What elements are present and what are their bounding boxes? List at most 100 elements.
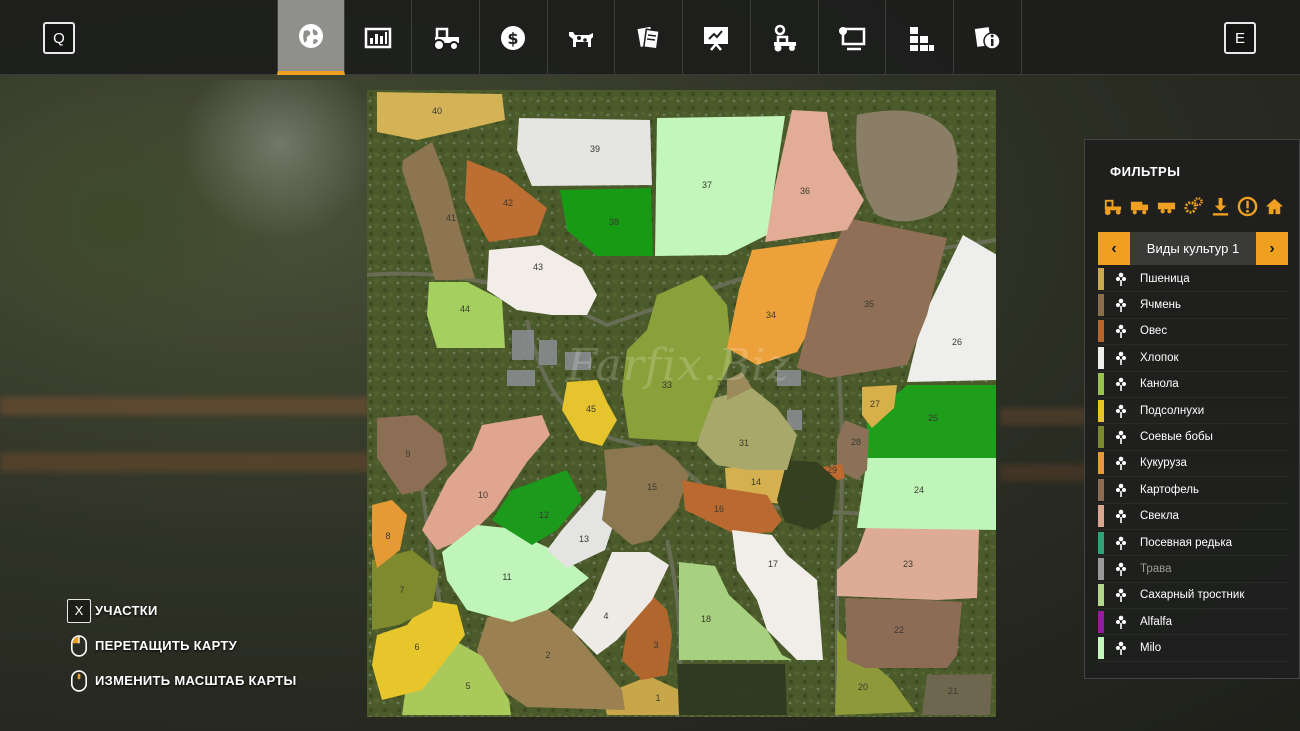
crop-label: Alfalfa <box>1140 615 1172 628</box>
legend-row-zoom: ИЗМЕНИТЬ МАСШТАБ КАРТЫ <box>67 663 297 698</box>
crop-label: Пшеница <box>1140 272 1190 285</box>
alfalfa-icon <box>1112 613 1130 631</box>
filters-panel: ФИЛЬТРЫ ‹ Виды культур 1 › Пшеница Ячмень… <box>1084 139 1300 679</box>
farmhouse-icon <box>1265 198 1283 214</box>
crop-color-swatch <box>1098 294 1104 317</box>
filter-selling-points-toggle[interactable] <box>1209 195 1231 217</box>
selector-next-button[interactable]: › <box>1256 232 1288 265</box>
crop-filter-item[interactable]: Ячмень <box>1098 292 1288 319</box>
crop-filter-item[interactable]: Сахарный тростник <box>1098 583 1288 610</box>
field-39[interactable] <box>517 118 652 186</box>
filter-trucks-toggle[interactable] <box>1128 195 1150 217</box>
crop-filter-item[interactable]: Свекла <box>1098 504 1288 530</box>
tab-finances[interactable]: $ <box>480 0 548 75</box>
crop-filter-item[interactable]: Пшеница <box>1098 266 1288 293</box>
help-info-icon <box>975 26 1001 50</box>
field-number-label: 23 <box>903 559 913 569</box>
price-board-icon <box>704 26 729 51</box>
field-number-label: 37 <box>702 180 712 190</box>
tab-prices[interactable] <box>683 0 751 75</box>
warning-icon <box>1237 196 1257 216</box>
filter-type-icons <box>1101 195 1285 217</box>
crop-filter-item[interactable]: Соевые бобы <box>1098 424 1288 451</box>
prev-page-key-button[interactable]: Q <box>43 22 75 54</box>
crop-color-swatch <box>1098 478 1104 501</box>
crop-filter-item[interactable]: Хлопок <box>1098 345 1288 372</box>
crop-label: Овес <box>1140 325 1168 338</box>
tractor-icon <box>1104 199 1121 215</box>
legend-label-fields: УЧАСТКИ <box>95 603 158 618</box>
tab-production[interactable] <box>886 0 954 75</box>
crop-color-swatch <box>1098 426 1104 449</box>
field-number-label: 6 <box>414 642 419 652</box>
soybean-icon <box>1112 428 1130 446</box>
filter-vehicles-toggle[interactable] <box>1101 195 1123 217</box>
background-sky <box>180 80 380 240</box>
field-number-label: 27 <box>870 399 880 409</box>
field-number-label: 43 <box>533 262 543 272</box>
crop-color-swatch <box>1098 610 1104 633</box>
corn-icon <box>1112 454 1130 472</box>
crop-filter-item[interactable]: Канола <box>1098 372 1288 398</box>
oat-icon <box>1112 322 1130 340</box>
field-number-label: 15 <box>647 482 657 492</box>
filters-title: ФИЛЬТРЫ <box>1110 164 1181 179</box>
controls-legend: X УЧАСТКИ ПЕРЕТАЩИТЬ КАРТУ ИЗМЕНИТЬ МАСШ… <box>67 593 297 698</box>
globe-map-icon <box>298 23 323 48</box>
crop-label: Подсолнухи <box>1140 404 1205 417</box>
farm-map[interactable]: 1 2 3 4 5 6 7 8 9 10 11 12 13 14 15 16 17 18 19 20 21 22 23 24 2… <box>367 90 996 717</box>
crop-label: Посевная редька <box>1140 536 1233 549</box>
tab-help[interactable] <box>954 0 1022 75</box>
crop-filter-item[interactable]: Milo <box>1098 635 1288 662</box>
field-number-label: 34 <box>766 310 776 320</box>
field-number-label: 30 <box>802 492 812 502</box>
crop-filter-item[interactable]: Подсолнухи <box>1098 398 1288 425</box>
crop-color-swatch <box>1098 557 1104 580</box>
field-number-label: 38 <box>609 217 619 227</box>
field-37[interactable] <box>655 116 785 256</box>
field-number-label: 31 <box>739 438 749 448</box>
map-fields-layer: 12345678910111213141516171819 20 212223242… <box>367 90 996 717</box>
crop-filter-item[interactable]: Кукуруза <box>1098 451 1288 478</box>
production-icon <box>909 26 934 51</box>
crop-filter-item[interactable]: Alfalfa <box>1098 609 1288 636</box>
field-number-label: 13 <box>579 534 589 544</box>
crop-filter-item[interactable]: Трава <box>1098 556 1288 583</box>
filter-tools-toggle[interactable] <box>1182 195 1204 217</box>
field-number-label: 21 <box>948 686 958 696</box>
crop-color-swatch <box>1098 505 1104 528</box>
tab-vehicles[interactable] <box>412 0 481 75</box>
selector-prev-button[interactable]: ‹ <box>1098 232 1130 265</box>
field-number-label: 14 <box>751 477 761 487</box>
crop-color-swatch <box>1098 320 1104 343</box>
legend-row-fields[interactable]: X УЧАСТКИ <box>67 593 297 628</box>
crop-filter-item[interactable]: Картофель <box>1098 477 1288 504</box>
crop-filter-item[interactable]: Овес <box>1098 319 1288 346</box>
tab-statistics[interactable] <box>345 0 413 75</box>
next-page-key-button[interactable]: E <box>1224 22 1256 54</box>
legend-label-zoom: ИЗМЕНИТЬ МАСШТАБ КАРТЫ <box>95 673 297 688</box>
tab-map[interactable] <box>277 0 345 75</box>
field-number-label: 19 <box>738 685 748 695</box>
field-number-label: 5 <box>465 681 470 691</box>
field-number-label: 4 <box>603 611 608 621</box>
field-number-label: 2 <box>545 650 550 660</box>
field-19[interactable] <box>677 664 787 715</box>
crop-color-swatch <box>1098 452 1104 475</box>
tab-vehicle-settings[interactable] <box>751 0 819 75</box>
legend-row-drag: ПЕРЕТАЩИТЬ КАРТУ <box>67 628 297 663</box>
crop-filter-item[interactable]: Посевная редька <box>1098 530 1288 557</box>
field-number-label: 7 <box>399 585 404 595</box>
filter-farmhouses-toggle[interactable] <box>1263 195 1285 217</box>
crop-label: Хлопок <box>1140 351 1179 364</box>
filter-trailers-toggle[interactable] <box>1155 195 1177 217</box>
field-number-label: 16 <box>714 504 724 514</box>
tab-settings[interactable] <box>819 0 887 75</box>
tab-animals[interactable] <box>548 0 616 75</box>
field-24[interactable] <box>857 458 996 530</box>
crop-label: Сахарный тростник <box>1140 589 1245 602</box>
crop-view-selector: ‹ Виды культур 1 › <box>1098 232 1288 265</box>
tab-contracts[interactable] <box>615 0 684 75</box>
field-number-label: 22 <box>894 625 904 635</box>
filter-missions-toggle[interactable] <box>1236 195 1258 217</box>
